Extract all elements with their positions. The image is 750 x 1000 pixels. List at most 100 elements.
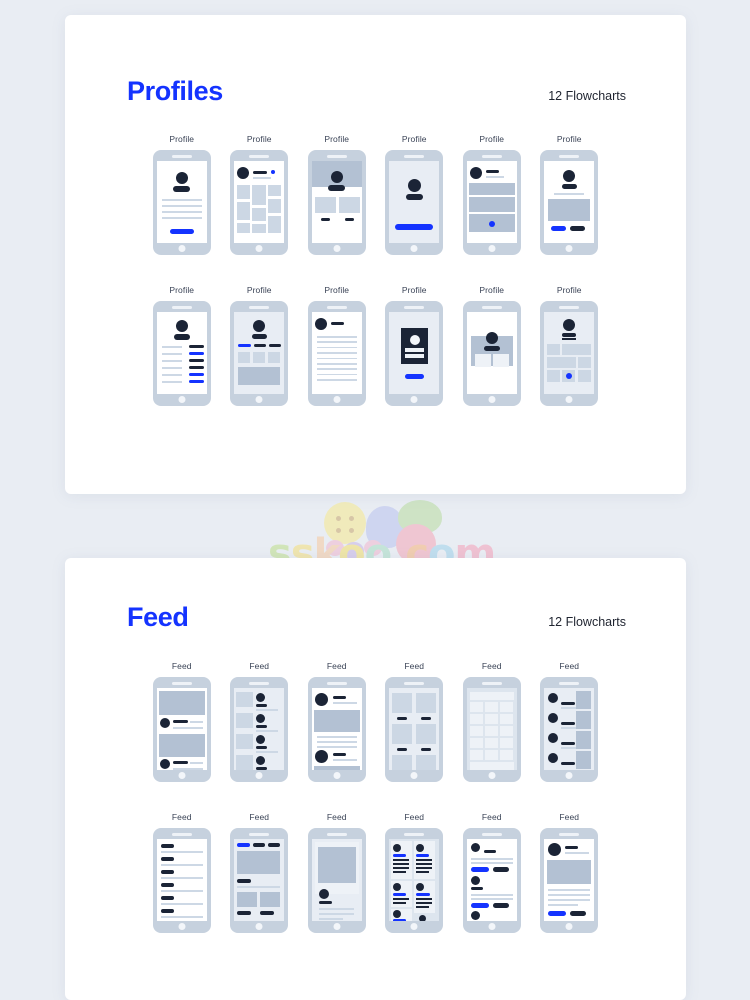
wireframe-screen-card[interactable]: Profile (376, 285, 454, 436)
phone-mockup[interactable] (230, 828, 289, 933)
phone-screen[interactable] (234, 688, 285, 770)
phone-screen[interactable] (544, 312, 595, 394)
wireframe-screen-card[interactable]: Feed (453, 812, 531, 963)
phone-mockup[interactable] (385, 677, 444, 782)
wireframe-screen-card[interactable]: Profile (143, 134, 221, 285)
phone-screen[interactable] (544, 839, 595, 921)
phone-screen[interactable] (156, 312, 207, 394)
wireframe-screen-card[interactable]: Profile (298, 134, 376, 285)
wireframe-screen-card[interactable]: Profile (531, 134, 609, 285)
phone-mockup[interactable] (230, 677, 289, 782)
home-button-icon[interactable] (178, 395, 186, 403)
home-button-icon[interactable] (333, 922, 341, 930)
home-button-icon[interactable] (255, 395, 263, 403)
phone-screen[interactable] (389, 839, 440, 921)
wireframe-screen-card[interactable]: Feed (531, 661, 609, 812)
phone-screen[interactable] (156, 161, 207, 243)
wireframe-screen-card[interactable]: Feed (453, 661, 531, 812)
wireframe-screen-card[interactable]: Feed (531, 812, 609, 963)
phone-mockup[interactable] (462, 828, 521, 933)
wireframe-screen-card[interactable]: Feed (298, 661, 376, 812)
phone-screen[interactable] (234, 161, 285, 243)
home-button-icon[interactable] (410, 244, 418, 252)
home-button-icon[interactable] (410, 395, 418, 403)
phone-mockup[interactable] (385, 301, 444, 406)
wireframe-element (470, 858, 513, 860)
wireframe-screen-card[interactable]: Feed (221, 812, 299, 963)
phone-screen[interactable] (156, 688, 207, 770)
phone-screen[interactable] (544, 161, 595, 243)
phone-mockup[interactable] (152, 301, 211, 406)
home-button-icon[interactable] (410, 922, 418, 930)
phone-screen[interactable] (466, 688, 517, 770)
phone-mockup[interactable] (307, 150, 366, 255)
phone-screen[interactable] (311, 312, 362, 394)
phone-mockup[interactable] (540, 150, 599, 255)
phone-speaker-icon (559, 306, 580, 309)
phone-mockup[interactable] (540, 301, 599, 406)
wireframe-screen-card[interactable]: Feed (298, 812, 376, 963)
phone-screen[interactable] (389, 312, 440, 394)
wireframe-screen-card[interactable]: Feed (376, 812, 454, 963)
wireframe-screen-card[interactable]: Feed (143, 812, 221, 963)
phone-mockup[interactable] (540, 677, 599, 782)
wireframe-screen-card[interactable]: Profile (221, 285, 299, 436)
home-button-icon[interactable] (333, 771, 341, 779)
phone-screen[interactable] (466, 839, 517, 921)
home-button-icon[interactable] (255, 244, 263, 252)
phone-mockup[interactable] (385, 828, 444, 933)
phone-screen[interactable] (234, 312, 285, 394)
home-button-icon[interactable] (565, 771, 573, 779)
phone-mockup[interactable] (230, 301, 289, 406)
phone-mockup[interactable] (307, 301, 366, 406)
phone-mockup[interactable] (152, 150, 211, 255)
wireframe-screen-card[interactable]: Feed (376, 661, 454, 812)
home-button-icon[interactable] (178, 771, 186, 779)
phone-screen[interactable] (311, 839, 362, 921)
wireframe-screen-card[interactable]: Profile (453, 134, 531, 285)
wireframe-screen-card[interactable]: Feed (221, 661, 299, 812)
phone-screen[interactable] (389, 161, 440, 243)
home-button-icon[interactable] (333, 244, 341, 252)
phone-screen[interactable] (466, 312, 517, 394)
wireframe-element (397, 717, 408, 720)
phone-mockup[interactable] (307, 677, 366, 782)
phone-mockup[interactable] (307, 828, 366, 933)
phone-mockup[interactable] (540, 828, 599, 933)
home-button-icon[interactable] (565, 922, 573, 930)
phone-screen[interactable] (389, 688, 440, 770)
home-button-icon[interactable] (255, 771, 263, 779)
wireframe-screen-card[interactable]: Profile (453, 285, 531, 436)
home-button-icon[interactable] (255, 922, 263, 930)
phone-mockup[interactable] (152, 677, 211, 782)
phone-mockup[interactable] (462, 677, 521, 782)
phone-screen[interactable] (544, 688, 595, 770)
phone-screen[interactable] (311, 688, 362, 770)
home-button-icon[interactable] (488, 395, 496, 403)
phone-mockup[interactable] (152, 828, 211, 933)
phone-screen[interactable] (466, 161, 517, 243)
phone-screen[interactable] (311, 161, 362, 243)
phone-screen[interactable] (156, 839, 207, 921)
home-button-icon[interactable] (333, 395, 341, 403)
wireframe-screen-card[interactable]: Profile (221, 134, 299, 285)
phone-mockup[interactable] (462, 150, 521, 255)
home-button-icon[interactable] (488, 922, 496, 930)
wireframe-element (484, 738, 498, 748)
home-button-icon[interactable] (410, 771, 418, 779)
home-button-icon[interactable] (565, 244, 573, 252)
phone-mockup[interactable] (230, 150, 289, 255)
home-button-icon[interactable] (488, 244, 496, 252)
phone-mockup[interactable] (462, 301, 521, 406)
wireframe-screen-card[interactable]: Feed (143, 661, 221, 812)
home-button-icon[interactable] (488, 771, 496, 779)
phone-mockup[interactable] (385, 150, 444, 255)
wireframe-screen-card[interactable]: Profile (376, 134, 454, 285)
wireframe-screen-card[interactable]: Profile (531, 285, 609, 436)
home-button-icon[interactable] (178, 244, 186, 252)
phone-screen[interactable] (234, 839, 285, 921)
home-button-icon[interactable] (565, 395, 573, 403)
home-button-icon[interactable] (178, 922, 186, 930)
wireframe-screen-card[interactable]: Profile (298, 285, 376, 436)
wireframe-screen-card[interactable]: Profile (143, 285, 221, 436)
